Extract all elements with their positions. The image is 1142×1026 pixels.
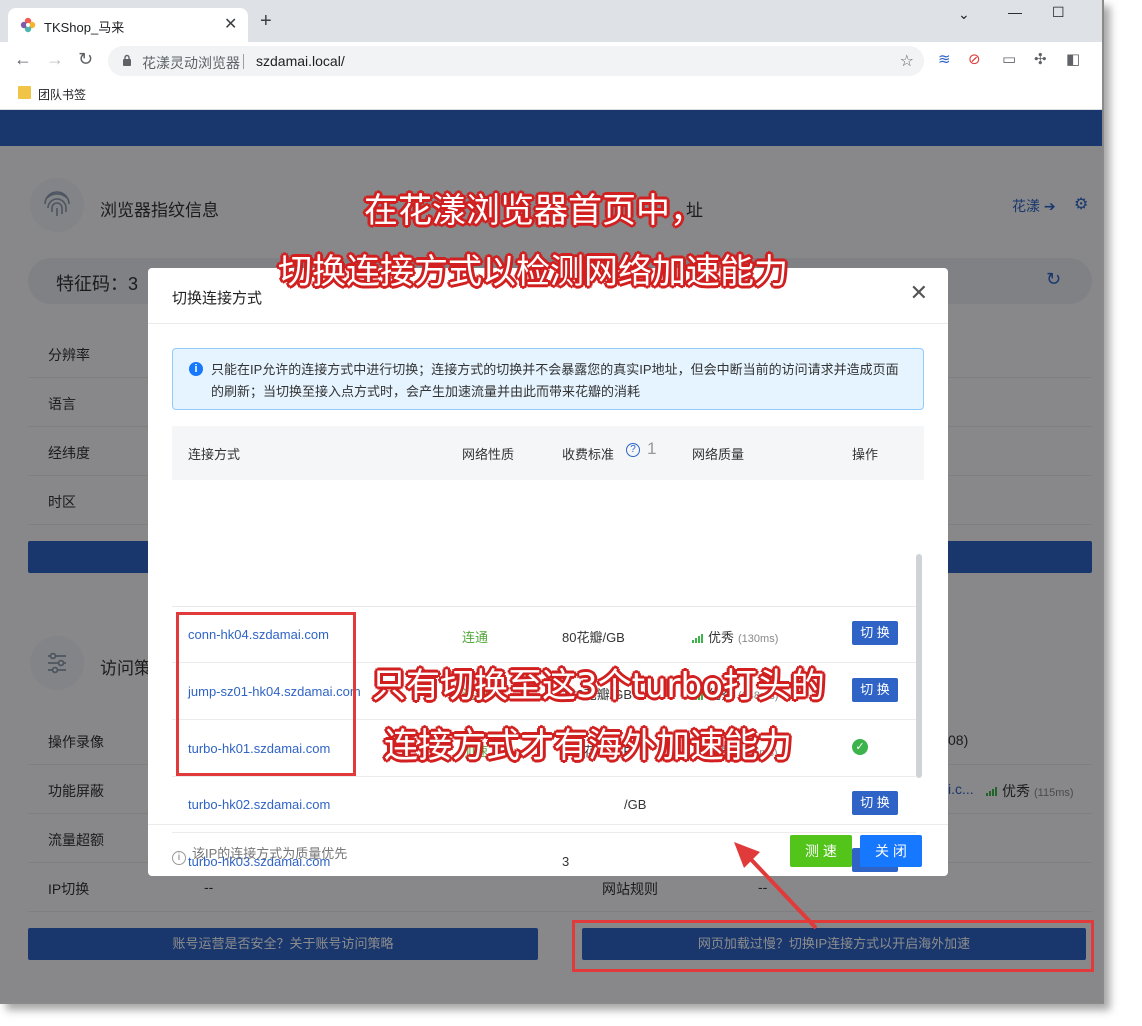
footer-note: i 该IP的连接方式为质量优先 xyxy=(172,843,347,865)
switch-button[interactable]: 切 换 xyxy=(852,791,898,815)
browser-tab[interactable]: TKShop_马来 ✕ xyxy=(8,8,248,42)
col-quality: 网络质量 xyxy=(692,447,745,462)
maximize-icon[interactable]: ☐ xyxy=(1052,4,1065,21)
info-outline-icon: i xyxy=(172,851,186,865)
address-separator xyxy=(243,54,244,69)
new-tab-icon[interactable]: + xyxy=(260,11,272,31)
row-fee: 80花瓣/GB xyxy=(562,630,625,645)
fee-badge: 1 xyxy=(647,439,657,458)
extension-wave-icon[interactable]: ≋ xyxy=(938,52,951,68)
row-quality: 优秀 (130ms) xyxy=(692,627,778,646)
table-header: 连接方式 网络性质 收费标准 ? 1 网络质量 操作 xyxy=(172,426,924,480)
close-button[interactable]: 关 闭 xyxy=(860,835,922,867)
bookmark-folder-label[interactable]: 团队书签 xyxy=(38,86,86,103)
back-icon[interactable]: ← xyxy=(14,50,32,68)
minimize-icon[interactable]: — xyxy=(1008,4,1022,20)
reload-icon[interactable]: ↻ xyxy=(78,50,93,68)
folder-icon xyxy=(18,86,31,99)
info-alert: i 只能在IP允许的连接方式中进行切换；连接方式的切换并不会暴露您的真实IP地址… xyxy=(172,348,924,410)
check-circle-icon: ✓ xyxy=(852,739,868,755)
address-prefix: 花漾灵动浏览器 xyxy=(142,55,240,71)
col-action: 操作 xyxy=(852,447,879,462)
col-connection: 连接方式 xyxy=(188,447,241,462)
row-host[interactable]: turbo-hk02.szdamai.com xyxy=(188,797,330,812)
tab-strip: TKShop_马来 ✕ + ⌄ — ☐ xyxy=(0,0,1102,42)
info-icon: i xyxy=(189,362,203,376)
red-arrow-icon xyxy=(734,842,818,930)
help-icon[interactable]: ? xyxy=(626,443,640,457)
switch-connection-modal: 切换连接方式 ✕ i 只能在IP允许的连接方式中进行切换；连接方式的切换并不会暴… xyxy=(148,268,948,876)
sidebar-icon[interactable]: ◧ xyxy=(1066,52,1080,68)
annotation-mid-line1: 只有切换至这3个turbo打头的 xyxy=(372,666,825,706)
lock-icon xyxy=(123,54,131,66)
annotation-mid-line2: 连接方式才有海外加速能力 xyxy=(384,726,792,766)
modal-title: 切换连接方式 xyxy=(172,290,263,307)
block-icon[interactable]: ⊘ xyxy=(968,52,981,68)
browser-window: TKShop_马来 ✕ + ⌄ — ☐ ← → ↻ 花漾灵动浏览器 szdama… xyxy=(0,0,1104,1004)
col-fee: 收费标准 xyxy=(562,447,615,462)
turbo-highlight-box xyxy=(176,612,356,776)
forward-icon[interactable]: → xyxy=(46,50,64,68)
tab-title: TKShop_马来 xyxy=(44,20,125,35)
alert-text: 只能在IP允许的连接方式中进行切换；连接方式的切换并不会暴露您的真实IP地址，但… xyxy=(211,362,899,399)
switch-button[interactable]: 切 换 xyxy=(852,621,898,645)
annotation-top-line1: 在花漾浏览器首页中， xyxy=(364,191,704,231)
camera-icon[interactable]: ▭ xyxy=(1002,52,1016,68)
chevron-down-icon[interactable]: ⌄ xyxy=(958,6,970,23)
switch-button[interactable]: 切 换 xyxy=(852,678,898,702)
bookmark-star-icon[interactable]: ☆ xyxy=(900,51,914,71)
close-icon[interactable]: ✕ xyxy=(910,282,928,304)
address-bar[interactable]: 花漾灵动浏览器 szdamai.local/ ☆ xyxy=(108,46,924,76)
close-tab-icon[interactable]: ✕ xyxy=(224,14,237,34)
bookmarks-bar: 团队书签 xyxy=(0,78,1102,110)
annotation-top-line2: 切换连接方式以检测网络加速能力 xyxy=(278,252,788,292)
row-fee: /GB xyxy=(624,797,647,812)
table-scrollbar[interactable] xyxy=(916,554,922,778)
puzzle-icon[interactable]: ✣ xyxy=(1034,52,1047,68)
url-text: szdamai.local/ xyxy=(256,53,345,69)
browser-toolbar: ← → ↻ 花漾灵动浏览器 szdamai.local/ ☆ ≋ ⊘ ▭ ✣ ◧ xyxy=(0,42,1102,78)
row-net: 连通 xyxy=(462,630,489,645)
signal-icon xyxy=(692,634,703,644)
flower-logo-icon xyxy=(20,17,36,33)
col-network-type: 网络性质 xyxy=(462,447,515,462)
button-highlight-box xyxy=(572,920,1094,972)
